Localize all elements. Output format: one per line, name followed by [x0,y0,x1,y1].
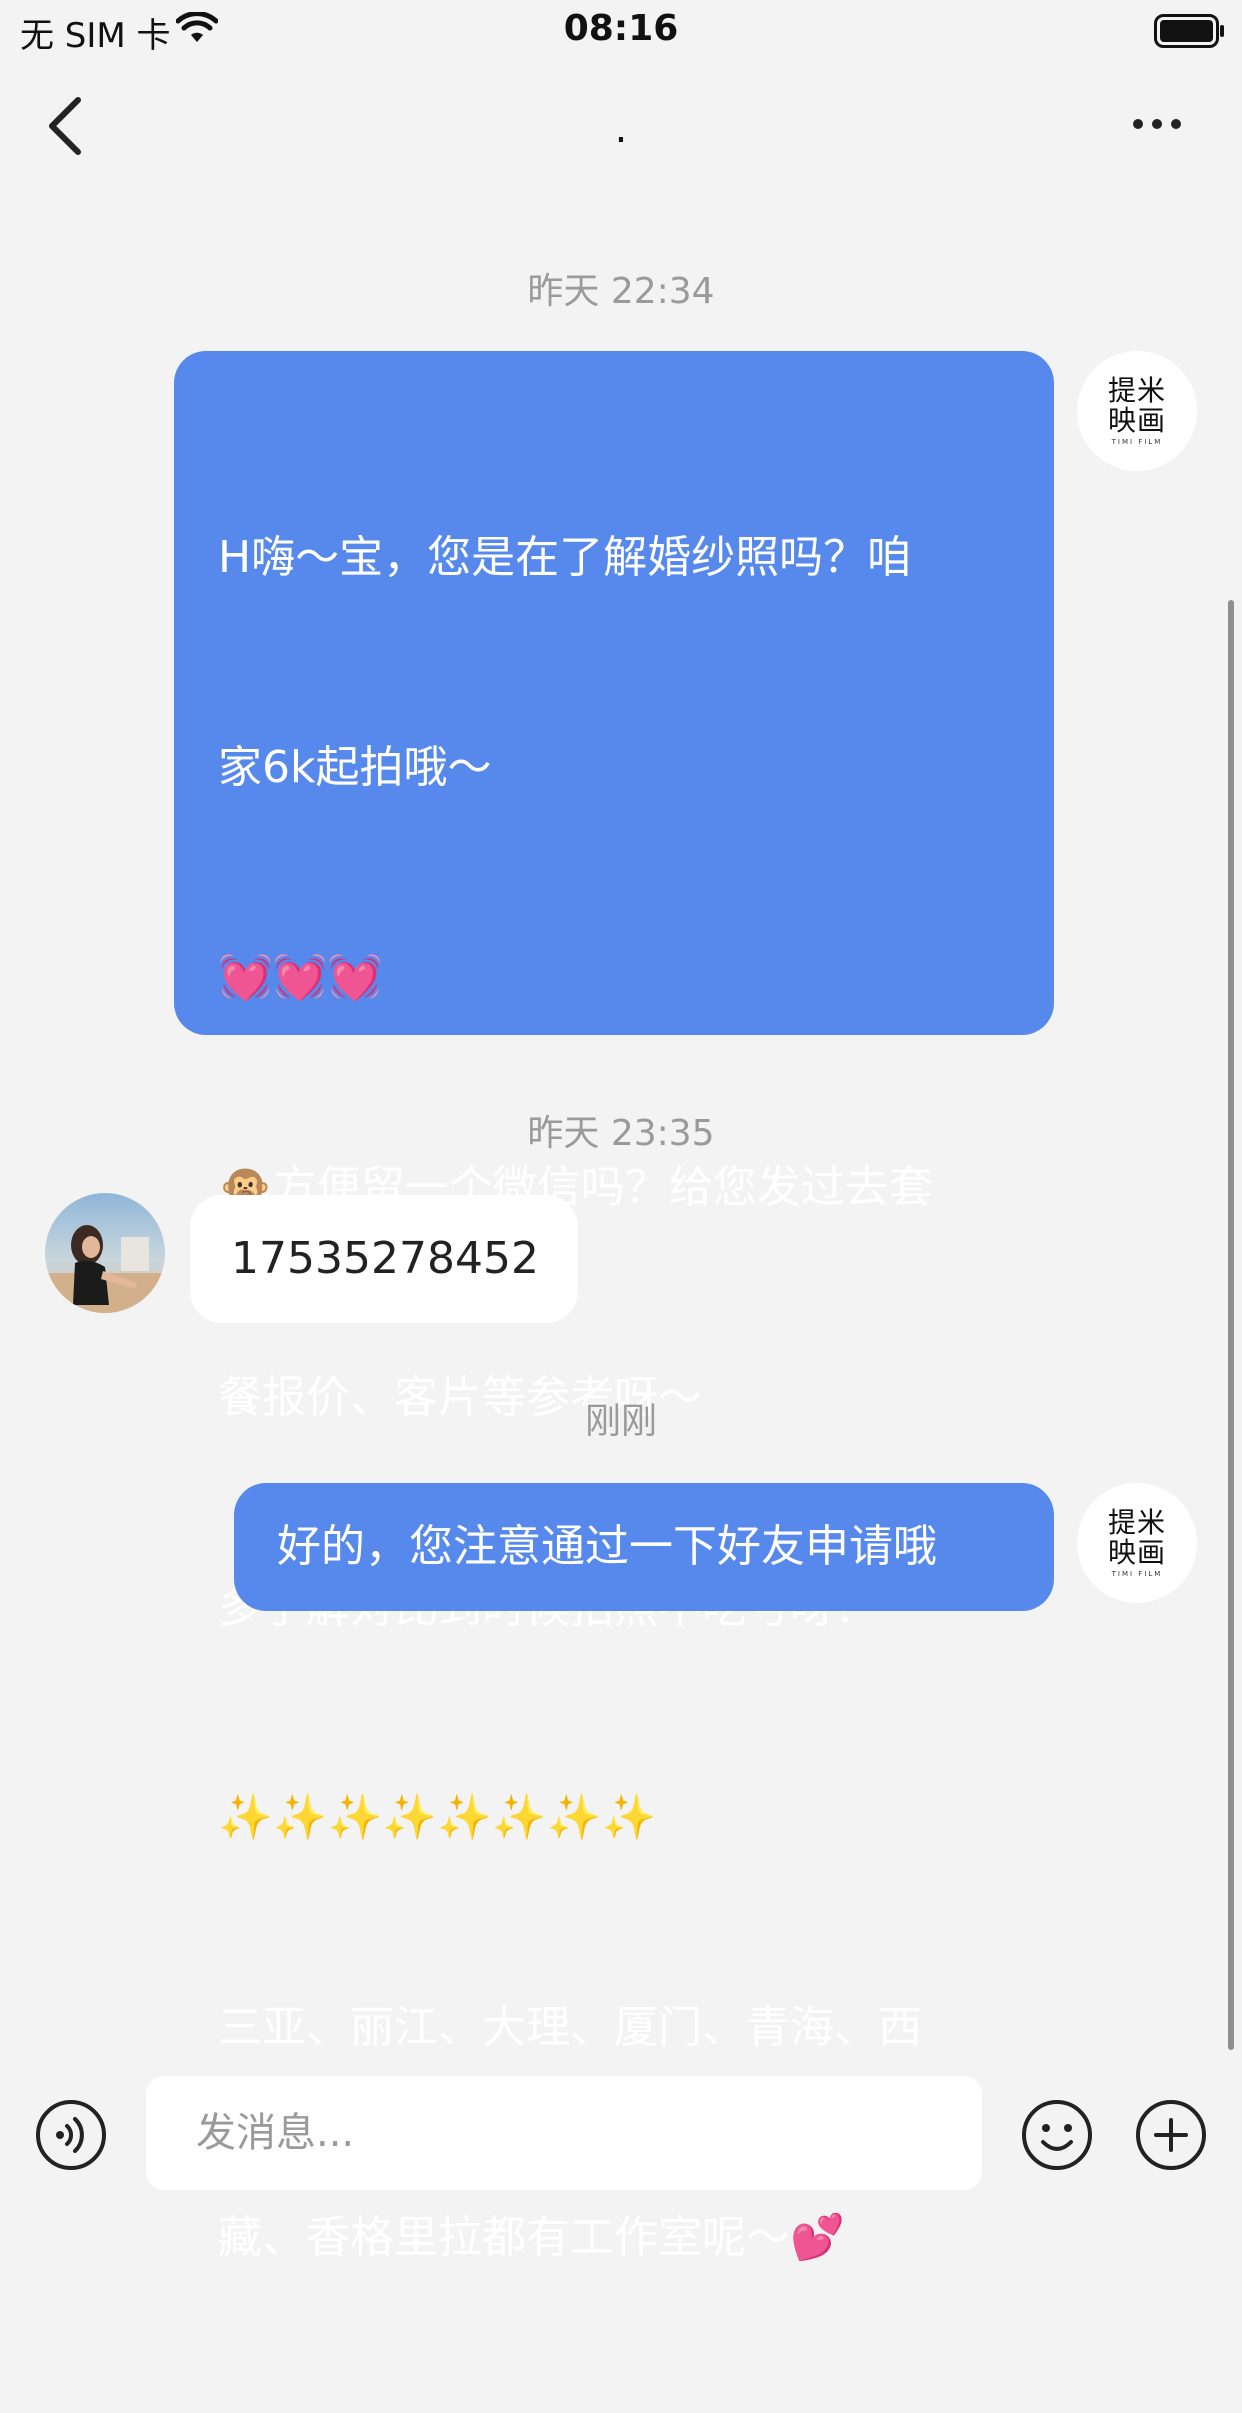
outgoing-message[interactable]: 好的，您注意通过一下好友申请哦 [234,1483,1054,1611]
plus-circle-icon[interactable] [1134,2098,1208,2172]
message-line: H嗨～宝，您是在了解婚纱照吗？咱 [218,532,912,583]
outgoing-message[interactable]: H嗨～宝，您是在了解婚纱照吗？咱 家6k起拍哦～ 💓💓💓 🙊方便留一个微信吗？给… [174,351,1054,2263]
status-time: 08:16 [563,8,679,49]
message-input[interactable] [146,2076,982,2190]
message-line: ✨✨✨✨✨✨✨✨ [218,1792,657,1843]
timestamp: 昨天 23:35 [527,1113,715,1154]
brand-logo-sub: TIMI FILM [1111,438,1163,446]
timestamp: 刚刚 [584,1401,657,1442]
incoming-message[interactable]: 17535278452 [190,1195,578,1323]
message-line: 藏、香格里拉都有工作室呢～💕 [218,2212,845,2263]
user-photo [45,1193,165,1313]
scrollbar[interactable] [1228,600,1234,2050]
chat-area[interactable]: 昨天 22:34 H嗨～宝，您是在了解婚纱照吗？咱 家6k起拍哦～ 💓💓💓 🙊方… [0,188,1242,2263]
brand-logo-sub: TIMI FILM [1111,1570,1163,1578]
more-dots-icon[interactable] [1130,104,1184,144]
brand-logo-text: 提米映画 [1107,374,1166,437]
message-line: 家6k起拍哦～ [218,742,492,793]
nav-bar: . [0,62,1242,188]
avatar[interactable] [45,1193,165,1313]
battery-icon [1154,14,1224,48]
timestamp: 昨天 22:34 [527,271,715,312]
avatar[interactable]: 提米映画 TIMI FILM [1077,1483,1197,1603]
chat-title: . [614,106,628,152]
message-line: 💓💓💓 [218,952,383,1003]
input-bar [0,2058,1242,2208]
message-line: 三亚、丽江、大理、厦门、青海、西 [218,2002,922,2053]
status-bar: 无 SIM 卡 08:16 [0,0,1242,62]
voice-icon[interactable] [34,2098,108,2172]
brand-logo-text: 提米映画 [1107,1506,1166,1569]
avatar[interactable]: 提米映画 TIMI FILM [1077,351,1197,471]
emoji-icon[interactable] [1020,2098,1094,2172]
